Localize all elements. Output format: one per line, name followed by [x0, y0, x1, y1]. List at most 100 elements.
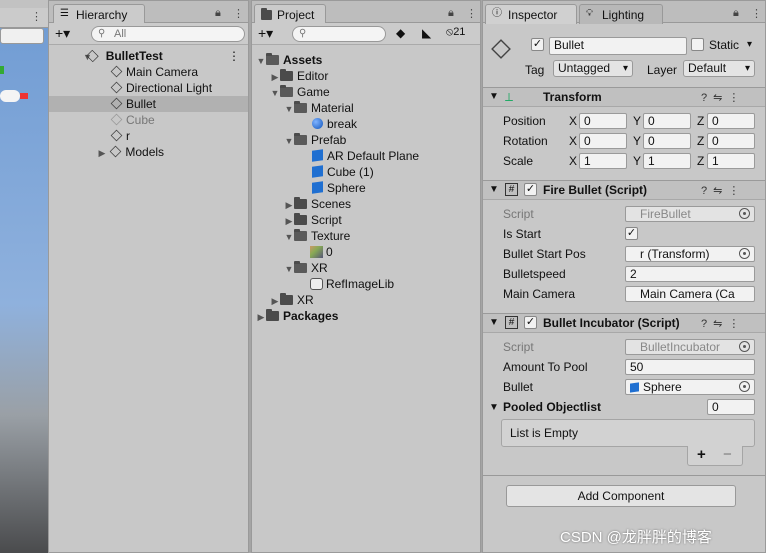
expand-arrow-icon[interactable]: ▶ — [97, 145, 107, 161]
project-folder-game[interactable]: ▼ Game — [252, 84, 480, 100]
project-folder-assets[interactable]: ▼ Assets — [252, 52, 480, 68]
more-icon[interactable]: ⋮ — [31, 10, 42, 23]
hierarchy-item-directional-light[interactable]: Directional Light — [49, 80, 248, 96]
project-folder-texture[interactable]: ▼ Texture — [252, 228, 480, 244]
position-x-field[interactable]: 0 — [579, 113, 627, 129]
expand-arrow-icon[interactable]: ▼ — [270, 85, 280, 101]
expand-arrow-icon[interactable]: ▼ — [489, 91, 499, 102]
chevron-down-icon[interactable]: ▾ — [747, 39, 752, 50]
project-folder-xr-inner[interactable]: ▼ XR — [252, 260, 480, 276]
expand-arrow-icon[interactable]: ▼ — [284, 229, 294, 245]
label-icon[interactable]: ◣ — [422, 26, 431, 40]
fire-bullet-header[interactable]: ▼ # ✓ Fire Bullet (Script) ?⇋⋮ — [483, 180, 765, 200]
filter-type-icon[interactable]: ◆ — [396, 26, 405, 40]
project-folder-script[interactable]: ▶ Script — [252, 212, 480, 228]
scale-x-field[interactable]: 1 — [579, 153, 627, 169]
project-asset-refimagelib[interactable]: RefImageLib — [252, 276, 480, 292]
component-enabled-checkbox[interactable]: ✓ — [524, 183, 537, 196]
hierarchy-item-models[interactable]: ▶ Models — [49, 144, 248, 160]
lock-icon[interactable]: 🔒︎ — [733, 7, 739, 20]
object-picker-icon[interactable] — [739, 341, 750, 352]
scene-tab[interactable]: ⋮ — [0, 8, 48, 28]
expand-arrow-icon[interactable]: ▼ — [284, 133, 294, 149]
project-folder-packages[interactable]: ▶ Packages — [252, 308, 480, 324]
transform-header[interactable]: ▼ ⟂ Transform ?⇋⋮ — [483, 87, 765, 107]
hierarchy-item-r[interactable]: r — [49, 128, 248, 144]
expand-arrow-icon[interactable]: ▼ — [284, 101, 294, 117]
component-enabled-checkbox[interactable]: ✓ — [524, 316, 537, 329]
expand-arrow-icon[interactable]: ▼ — [489, 317, 499, 328]
project-folder-editor[interactable]: ▶ Editor — [252, 68, 480, 84]
project-asset-ar-plane[interactable]: AR Default Plane — [252, 148, 480, 164]
position-y-field[interactable]: 0 — [643, 113, 691, 129]
object-name-field[interactable]: Bullet — [549, 37, 687, 55]
expand-arrow-icon[interactable]: ▶ — [284, 197, 294, 213]
expand-arrow-icon[interactable]: ▶ — [270, 69, 280, 85]
start-pos-field[interactable]: r (Transform) — [625, 246, 755, 262]
project-asset-texture-0[interactable]: 0 — [252, 244, 480, 260]
expand-arrow-icon[interactable]: ▶ — [256, 309, 266, 325]
scale-y-field[interactable]: 1 — [643, 153, 691, 169]
expand-arrow-icon[interactable]: ▼ — [489, 184, 499, 195]
object-picker-icon[interactable] — [739, 208, 750, 219]
hierarchy-item-cube[interactable]: Cube — [49, 112, 248, 128]
more-icon[interactable]: ⋮ — [466, 7, 477, 20]
camera-field[interactable]: Main Camera (Ca — [625, 286, 755, 302]
expand-arrow-icon[interactable]: ▼ — [256, 53, 266, 69]
project-folder-prefab[interactable]: ▼ Prefab — [252, 132, 480, 148]
add-icon[interactable]: +▾ — [55, 25, 70, 42]
speed-field[interactable]: 2 — [625, 266, 755, 282]
hierarchy-item-bullet[interactable]: Bullet — [49, 96, 248, 112]
expand-arrow-icon[interactable]: ▼ — [284, 261, 294, 277]
remove-element-button[interactable]: − — [723, 446, 732, 463]
component-actions-icons[interactable]: ?⇋⋮ — [701, 317, 745, 330]
incubator-header[interactable]: ▼ # ✓ Bullet Incubator (Script) ?⇋⋮ — [483, 313, 765, 333]
tab-lighting[interactable]: 💡︎ Lighting — [579, 4, 663, 24]
layer-dropdown[interactable]: Default — [683, 60, 755, 77]
pooled-count-field[interactable]: 0 — [707, 399, 755, 415]
add-element-button[interactable]: + — [697, 446, 706, 463]
gameobject-icon[interactable] — [491, 39, 511, 59]
lock-icon[interactable]: 🔒︎ — [215, 7, 221, 20]
hierarchy-search-input[interactable]: ⚲ All — [91, 26, 245, 42]
scale-z-field[interactable]: 1 — [707, 153, 755, 169]
expand-arrow-icon[interactable]: ▶ — [270, 293, 280, 309]
project-folder-scenes[interactable]: ▶ Scenes — [252, 196, 480, 212]
rotation-x-field[interactable]: 0 — [579, 133, 627, 149]
expand-arrow-icon[interactable]: ▼ — [489, 402, 499, 413]
add-icon[interactable]: +▾ — [258, 25, 273, 42]
rotation-z-field[interactable]: 0 — [707, 133, 755, 149]
tab-project[interactable]: Project — [254, 4, 326, 24]
component-actions-icons[interactable]: ?⇋⋮ — [701, 184, 745, 197]
project-asset-break[interactable]: break — [252, 116, 480, 132]
object-picker-icon[interactable] — [739, 381, 750, 392]
tag-dropdown[interactable]: Untagged — [553, 60, 633, 77]
scene-search-input[interactable] — [0, 28, 44, 44]
expand-arrow-icon[interactable]: ▼ — [49, 49, 92, 65]
tab-hierarchy[interactable]: ☰ Hierarchy — [53, 4, 145, 24]
more-icon[interactable]: ⋮ — [233, 7, 244, 20]
object-picker-icon[interactable] — [739, 248, 750, 259]
more-icon[interactable]: ⋮ — [228, 48, 240, 64]
script-field[interactable]: BulletIncubator — [625, 339, 755, 355]
project-search-input[interactable]: ⚲ — [292, 26, 386, 42]
scene-row[interactable]: ▼ BulletTest ⋮ — [49, 48, 248, 64]
position-z-field[interactable]: 0 — [707, 113, 755, 129]
component-actions-icons[interactable]: ?⇋⋮ — [701, 91, 745, 104]
hidden-packages-icon[interactable]: ⦸21 — [446, 26, 465, 39]
lock-icon[interactable]: 🔒︎ — [448, 7, 454, 20]
hierarchy-item-main-camera[interactable]: Main Camera — [49, 64, 248, 80]
rotation-y-field[interactable]: 0 — [643, 133, 691, 149]
project-asset-sphere[interactable]: Sphere — [252, 180, 480, 196]
static-checkbox[interactable] — [691, 38, 704, 51]
project-folder-material[interactable]: ▼ Material — [252, 100, 480, 116]
tab-inspector[interactable]: ⓘ Inspector — [485, 4, 577, 24]
project-folder-xr[interactable]: ▶ XR — [252, 292, 480, 308]
amount-field[interactable]: 50 — [625, 359, 755, 375]
scene-view[interactable] — [0, 0, 48, 553]
more-icon[interactable]: ⋮ — [751, 7, 762, 20]
is-start-checkbox[interactable]: ✓ — [625, 227, 638, 240]
expand-arrow-icon[interactable]: ▶ — [284, 213, 294, 229]
bullet-field[interactable]: Sphere — [625, 379, 755, 395]
script-field[interactable]: FireBullet — [625, 206, 755, 222]
